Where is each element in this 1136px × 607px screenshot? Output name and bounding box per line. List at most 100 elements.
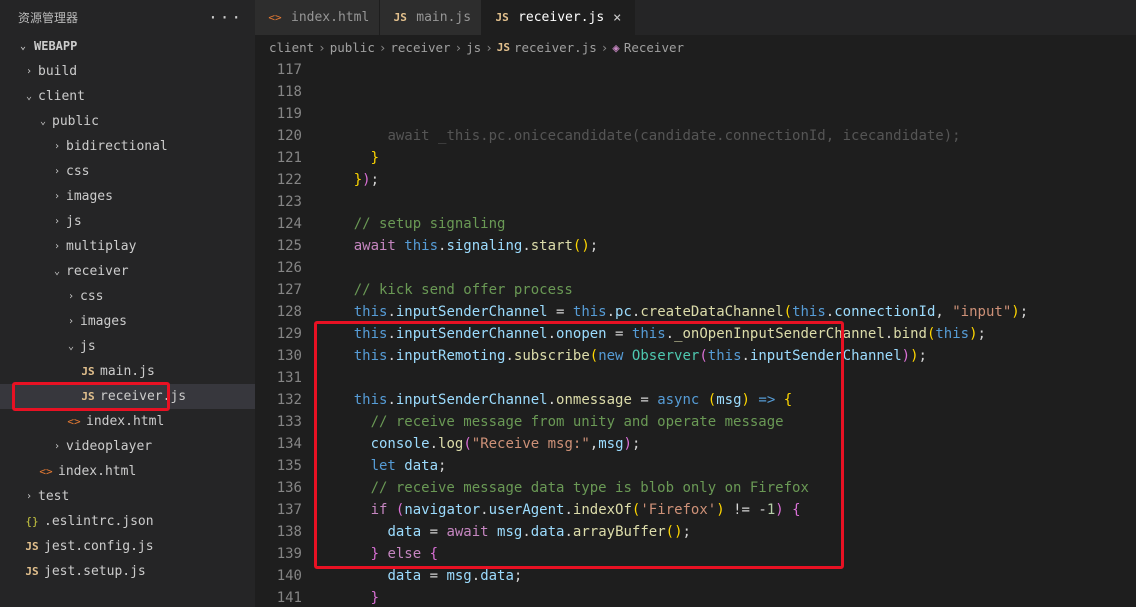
js-icon-badge: JS [22,565,42,578]
chevron-down-icon: ⌄ [50,266,64,277]
line-number: 135 [255,455,302,477]
line-number: 138 [255,521,302,543]
code-line[interactable]: this.inputSenderChannel.onopen = this._o… [320,323,1126,345]
tree-item-label: index.html [84,414,164,429]
folder-item[interactable]: ⌄receiver [0,259,255,284]
code-line[interactable]: // kick send offer process [320,279,1126,301]
folder-item[interactable]: ›js [0,209,255,234]
chevron-down-icon: ⌄ [36,116,50,127]
project-root[interactable]: ⌄ WEBAPP [0,35,255,57]
breadcrumb-symbol[interactable]: Receiver [624,40,684,55]
editor-tab[interactable]: JSreceiver.js× [482,0,635,35]
folder-item[interactable]: ›build [0,59,255,84]
tab-label: main.js [416,10,471,25]
line-number: 137 [255,499,302,521]
line-number: 130 [255,345,302,367]
editor-tab[interactable]: JSmain.js [380,0,482,35]
code-line[interactable]: }); [320,169,1126,191]
editor-area[interactable]: 1171181191201211221231241251261271281291… [255,59,1136,607]
code-line[interactable]: this.inputRemoting.subscribe(new Observe… [320,345,1126,367]
folder-item[interactable]: ›css [0,284,255,309]
line-number: 132 [255,389,302,411]
code-line[interactable]: let data; [320,455,1126,477]
html-icon-badge: <> [36,465,56,478]
tree-item-label: receiver [64,264,129,279]
code-line[interactable]: console.log("Receive msg:",msg); [320,433,1126,455]
code-line[interactable]: } [320,147,1126,169]
code-area[interactable]: await _this.pc.onicecandidate(candidate.… [320,59,1126,607]
tree-item-label: js [78,339,96,354]
tree-item-label: images [64,189,113,204]
file-item[interactable]: {}.eslintrc.json [0,509,255,534]
explorer-title: 资源管理器 [18,9,78,26]
editor-tab[interactable]: <> index.html [255,0,380,35]
code-line[interactable]: await this.signaling.start(); [320,235,1126,257]
code-line[interactable]: // receive message from unity and operat… [320,411,1126,433]
tree-item-label: public [50,114,99,129]
folder-item[interactable]: ⌄client [0,84,255,109]
breadcrumb-seg[interactable]: client [269,40,314,55]
explorer-sidebar: 资源管理器 ··· ⌄ WEBAPP ›build⌄client⌄public›… [0,0,255,607]
html-icon-badge: <> [265,11,285,24]
chevron-right-icon: › [22,66,36,77]
breadcrumb-seg[interactable]: receiver [390,40,450,55]
folder-item[interactable]: ›test [0,484,255,509]
line-number: 136 [255,477,302,499]
tree-item-label: test [36,489,69,504]
folder-item[interactable]: ⌄js [0,334,255,359]
line-number: 141 [255,587,302,607]
tree-item-label: .eslintrc.json [42,514,154,529]
code-line[interactable]: // receive message data type is blob onl… [320,477,1126,499]
more-icon[interactable]: ··· [208,8,243,27]
file-item[interactable]: JSmain.js [0,359,255,384]
editor-panel: <>index.htmlJSmain.jsJSreceiver.js× clie… [255,0,1136,607]
explorer-header: 资源管理器 ··· [0,0,255,35]
line-number: 139 [255,543,302,565]
chevron-right-icon: › [64,291,78,302]
file-item[interactable]: JSjest.config.js [0,534,255,559]
file-item[interactable]: <>index.html [0,409,255,434]
symbol-icon: ◈ [612,40,620,55]
line-number: 117 [255,59,302,81]
minimap[interactable] [1126,59,1136,607]
code-line[interactable] [320,191,1126,213]
line-number: 128 [255,301,302,323]
breadcrumb-seg[interactable]: js [466,40,481,55]
file-item[interactable]: JSreceiver.js [0,384,255,409]
line-number: 119 [255,103,302,125]
code-line[interactable]: if (navigator.userAgent.indexOf('Firefox… [320,499,1126,521]
breadcrumb-seg[interactable]: public [330,40,375,55]
tab-label: index.html [291,10,369,25]
js-icon-badge: JS [78,390,98,403]
code-line[interactable]: this.inputSenderChannel.onmessage = asyn… [320,389,1126,411]
code-line[interactable] [320,257,1126,279]
file-item[interactable]: JSjest.setup.js [0,559,255,584]
chevron-down-icon: ⌄ [16,41,30,52]
code-line[interactable] [320,367,1126,389]
folder-item[interactable]: ›images [0,184,255,209]
line-number: 126 [255,257,302,279]
folder-item[interactable]: ›videoplayer [0,434,255,459]
code-line[interactable]: await _this.pc.onicecandidate(candidate.… [320,125,1126,147]
tree-item-label: bidirectional [64,139,168,154]
chevron-right-icon: › [50,216,64,227]
code-line[interactable]: this.inputSenderChannel = this.pc.create… [320,301,1126,323]
code-line[interactable]: } else { [320,543,1126,565]
folder-item[interactable]: ›multiplay [0,234,255,259]
code-line[interactable]: } [320,587,1126,607]
close-icon[interactable]: × [610,10,624,26]
breadcrumb[interactable]: client› public› receiver› js› JS receive… [255,35,1136,59]
folder-item[interactable]: ›css [0,159,255,184]
line-number: 125 [255,235,302,257]
tab-label: receiver.js [518,10,604,25]
line-number: 140 [255,565,302,587]
tree-item-label: css [64,164,89,179]
code-line[interactable]: data = msg.data; [320,565,1126,587]
code-line[interactable]: // setup signaling [320,213,1126,235]
folder-item[interactable]: ⌄public [0,109,255,134]
folder-item[interactable]: ›bidirectional [0,134,255,159]
file-item[interactable]: <>index.html [0,459,255,484]
folder-item[interactable]: ›images [0,309,255,334]
code-line[interactable]: data = await msg.data.arrayBuffer(); [320,521,1126,543]
breadcrumb-file[interactable]: receiver.js [514,40,597,55]
